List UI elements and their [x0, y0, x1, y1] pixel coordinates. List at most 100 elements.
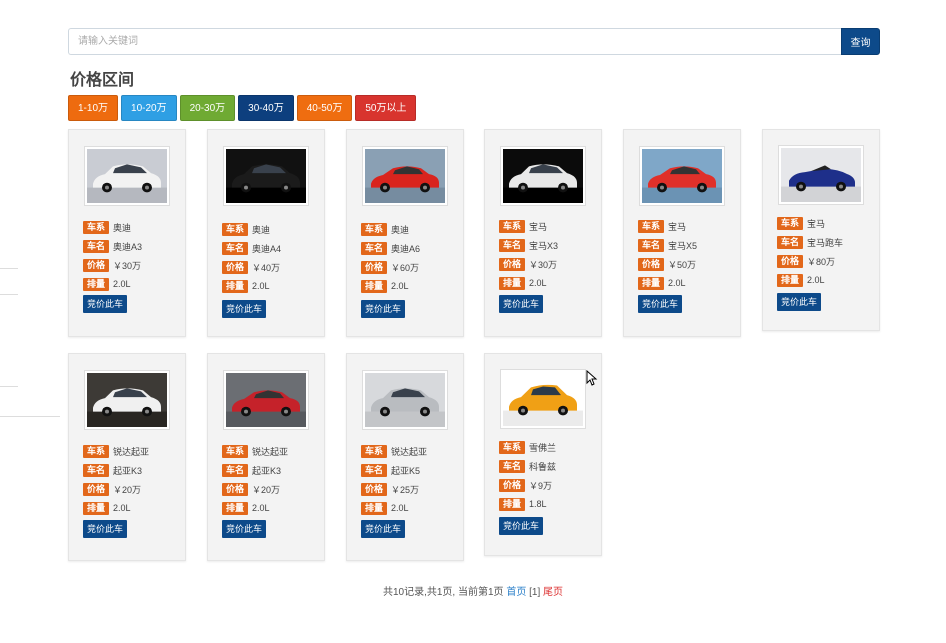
spec-label: 车系 [83, 220, 110, 234]
spec-row-price: 价格 ￥30万 [499, 257, 557, 271]
car-image[interactable] [639, 146, 725, 206]
spec-row-displacement: 排量 2.0L [222, 501, 270, 515]
spec-value: ￥20万 [252, 484, 281, 495]
spec-row-name: 车名 起亚K3 [222, 463, 281, 477]
spec-value: ￥30万 [113, 260, 142, 271]
spec-label: 价格 [499, 257, 526, 271]
spec-value: 锐达起亚 [252, 446, 289, 457]
spec-row-displacement: 排量 2.0L [83, 501, 131, 515]
bid-button[interactable]: 竞价此车 [222, 520, 267, 538]
car-image[interactable] [500, 146, 586, 206]
spec-value: 起亚K3 [252, 465, 282, 476]
spec-row-name: 车名 科鲁兹 [499, 459, 556, 473]
search-bar: 查询 [68, 28, 880, 55]
spec-row-series: 车系 宝马 [777, 216, 825, 230]
car-image[interactable] [223, 370, 309, 430]
price-filter-button[interactable]: 30-40万 [238, 95, 294, 121]
bid-button[interactable]: 竞价此车 [361, 520, 406, 538]
spec-label: 车名 [361, 241, 388, 255]
spec-label: 车系 [777, 216, 804, 230]
spec-label: 车名 [777, 235, 804, 249]
pagination-last-link[interactable]: 尾页 [543, 587, 563, 598]
spec-row-name: 车名 宝马X5 [638, 238, 697, 252]
car-image[interactable] [500, 369, 586, 429]
car-card: 车系 宝马 车名 宝马X5 价格 ￥50万 排量 2.0L 竞价此车 [623, 129, 741, 337]
price-filter-button[interactable]: 40-50万 [296, 95, 353, 121]
spec-label: 价格 [499, 478, 526, 492]
spec-row-series: 车系 宝马 [499, 219, 547, 233]
price-filter-button[interactable]: 10-20万 [121, 95, 177, 121]
car-card: 车系 宝马 车名 宝马跑车 价格 ￥80万 排量 2.0L 竞价此车 [762, 129, 880, 331]
car-image[interactable] [362, 370, 448, 430]
spec-value: 奥迪 [252, 224, 271, 235]
car-image[interactable] [362, 146, 448, 206]
car-image[interactable] [778, 145, 864, 205]
spec-value: 奥迪A3 [113, 241, 143, 252]
price-filter-button[interactable]: 1-10万 [68, 95, 119, 121]
spec-value: ￥60万 [391, 262, 420, 273]
edge-divider [0, 294, 18, 295]
car-image[interactable] [223, 146, 309, 206]
bid-button[interactable]: 竞价此车 [638, 295, 683, 313]
car-card: 车系 奥迪 车名 奥迪A4 价格 ￥40万 排量 2.0L 竞价此车 [207, 129, 325, 337]
spec-label: 价格 [361, 260, 388, 274]
spec-label: 车系 [222, 222, 249, 236]
spec-label: 价格 [638, 257, 665, 271]
spec-label: 排量 [777, 273, 804, 287]
spec-row-price: 价格 ￥9万 [499, 478, 552, 492]
bid-button[interactable]: 竞价此车 [499, 295, 544, 313]
bid-button[interactable]: 竞价此车 [499, 517, 544, 535]
bid-button[interactable]: 竞价此车 [222, 300, 267, 318]
spec-value: 宝马X5 [668, 240, 698, 251]
search-button[interactable]: 查询 [841, 28, 880, 55]
spec-row-price: 价格 ￥80万 [777, 254, 835, 268]
spec-value: 2.0L [391, 281, 409, 291]
price-filter-button[interactable]: 20-30万 [179, 95, 236, 121]
car-image[interactable] [84, 370, 170, 430]
spec-row-displacement: 排量 2.0L [83, 277, 131, 291]
spec-label: 车名 [83, 239, 110, 253]
spec-value: ￥50万 [668, 259, 697, 270]
spec-label: 车系 [499, 440, 526, 454]
spec-value: ￥80万 [807, 256, 836, 267]
pagination-summary: 共10记录,共1页, 当前第1页 [382, 587, 504, 598]
spec-row-series: 车系 雪佛兰 [499, 440, 556, 454]
pagination: 共10记录,共1页, 当前第1页 首页 [1] 尾页 [0, 583, 946, 598]
spec-row-price: 价格 ￥60万 [361, 260, 419, 274]
spec-label: 车系 [83, 444, 110, 458]
edge-divider [0, 386, 18, 387]
spec-label: 车名 [499, 459, 526, 473]
spec-row-series: 车系 宝马 [638, 219, 686, 233]
spec-value: 2.0L [252, 503, 270, 513]
bid-button[interactable]: 竞价此车 [777, 293, 822, 311]
spec-value: 2.0L [529, 278, 547, 288]
search-input[interactable] [68, 28, 841, 55]
pagination-first-link[interactable]: 首页 [506, 587, 526, 598]
price-filter-button[interactable]: 50万以上 [355, 95, 417, 121]
car-image[interactable] [84, 146, 170, 206]
spec-label: 车系 [361, 222, 388, 236]
edge-divider [0, 268, 18, 269]
edge-divider [0, 416, 60, 417]
spec-row-price: 价格 ￥20万 [222, 482, 280, 496]
spec-label: 车名 [499, 238, 526, 252]
spec-row-name: 车名 起亚K3 [83, 463, 142, 477]
spec-label: 排量 [361, 279, 388, 293]
spec-label: 价格 [222, 260, 249, 274]
bid-button[interactable]: 竞价此车 [361, 300, 406, 318]
spec-row-displacement: 排量 2.0L [361, 501, 409, 515]
pagination-current-page[interactable]: [1] [529, 587, 540, 598]
car-card: 车系 雪佛兰车名 科鲁兹价格 ￥9万排量 1.8L 竞价此车 [484, 353, 602, 556]
bid-button[interactable]: 竞价此车 [83, 295, 128, 313]
price-filter-group: 1-10万 10-20万 20-30万 30-40万 40-50万 50万以上 [68, 95, 417, 121]
spec-label: 价格 [83, 482, 110, 496]
spec-label: 车系 [638, 219, 665, 233]
spec-row-price: 价格 ￥20万 [83, 482, 141, 496]
spec-label: 车名 [83, 463, 110, 477]
spec-label: 价格 [777, 254, 804, 268]
bid-button[interactable]: 竞价此车 [83, 520, 128, 538]
spec-label: 排量 [638, 276, 665, 290]
spec-row-displacement: 排量 1.8L [499, 497, 547, 511]
spec-label: 排量 [361, 501, 388, 515]
spec-value: 宝马 [529, 221, 548, 232]
